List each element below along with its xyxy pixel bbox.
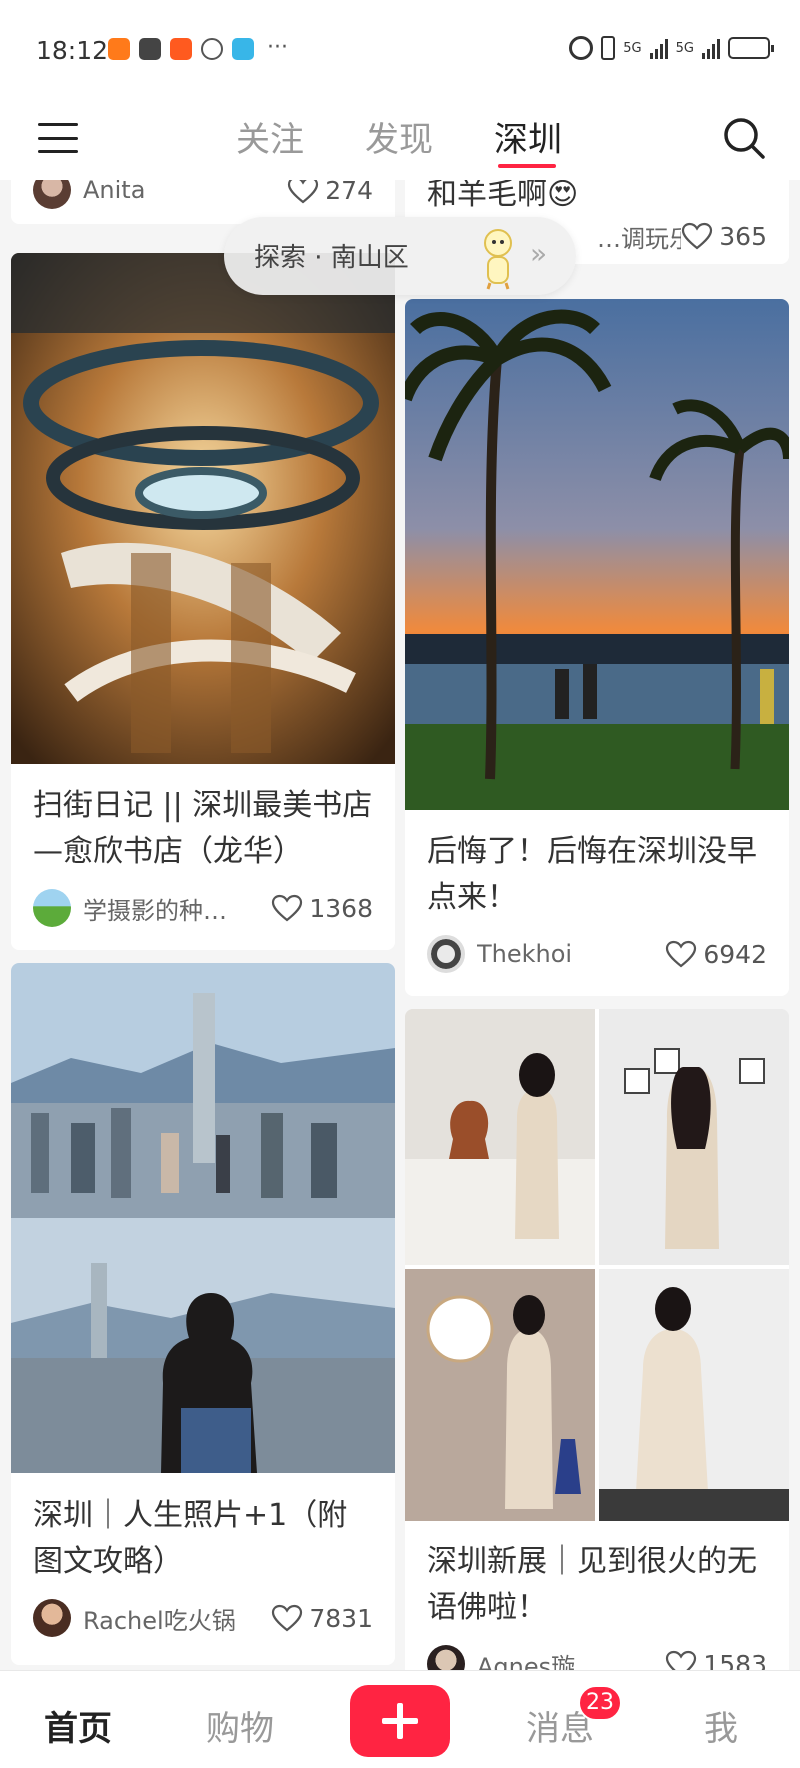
like-button[interactable]: 274: [287, 180, 373, 205]
heart-icon: [272, 894, 303, 922]
chevron-right-icon: »: [530, 237, 548, 270]
note-title: 深圳｜人生照片+1（附图文攻略）: [33, 1498, 348, 1579]
like-button[interactable]: 1583: [665, 1649, 767, 1671]
search-icon[interactable]: [720, 114, 768, 162]
like-button[interactable]: 1368: [271, 894, 373, 923]
heart-icon: [666, 940, 697, 968]
tab-shenzhen[interactable]: 深圳: [494, 112, 562, 161]
note-cover-image: [11, 253, 395, 764]
book-icon: [232, 38, 254, 60]
tab-shopping[interactable]: 购物: [206, 1701, 274, 1750]
note-card[interactable]: 深圳｜人生照片+1（附图文攻略） Rachel吃火锅 7831: [11, 963, 395, 1665]
bottom-tab-bar: 首页 购物 消息 23 我: [0, 1670, 800, 1768]
note-cover-image: [11, 963, 395, 1473]
taobao-icon: [108, 38, 130, 60]
explore-label: 探索 · 南山区: [254, 243, 409, 273]
menu-icon[interactable]: [38, 120, 78, 156]
upload-icon: [139, 38, 161, 60]
plus-icon: [397, 1703, 403, 1739]
tab-home[interactable]: 首页: [44, 1701, 112, 1750]
notification-icons: ···: [108, 35, 288, 60]
alarm-icon: [569, 36, 594, 60]
heart-icon: [682, 222, 713, 250]
more-notifications-icon: ···: [267, 35, 288, 60]
author-name: Thekhoi: [477, 940, 573, 968]
feed[interactable]: Anita 274 和羊毛啊😍 …调玩乐… 365: [0, 180, 800, 1670]
status-indicators: 5G 5G: [569, 36, 774, 60]
like-count: 1583: [703, 1649, 767, 1671]
battery-icon: [728, 37, 774, 59]
status-bar: 18:12 ··· 5G 5G: [0, 0, 800, 100]
note-card[interactable]: 后悔了！后悔在深圳没早点来！ Thekhoi 6942: [405, 299, 789, 996]
note-card[interactable]: 扫街日记 || 深圳最美书店—愈欣书店（龙华） 学摄影的种… 1368: [11, 253, 395, 950]
like-button[interactable]: 365: [681, 222, 767, 251]
top-nav: 关注 发现 深圳: [0, 100, 800, 180]
avatar: [33, 1599, 71, 1637]
avatar: [33, 180, 71, 209]
note-title: 和羊毛啊😍: [427, 180, 579, 212]
like-count: 1368: [309, 893, 373, 923]
signal-icon: [649, 37, 668, 59]
avatar: [33, 889, 71, 927]
create-post-button[interactable]: [350, 1685, 450, 1757]
like-button[interactable]: 7831: [271, 1604, 373, 1633]
avatar: [427, 935, 465, 973]
mascot-icon: [484, 229, 512, 290]
clock: 18:12: [36, 36, 109, 65]
signal-icon: [702, 37, 720, 59]
tab-discover[interactable]: 发现: [365, 112, 433, 161]
note-title: 深圳新展｜见到很火的无语佛啦！: [427, 1544, 757, 1625]
heart-icon: [272, 1604, 303, 1632]
author-name: Agnes璇: [477, 1652, 576, 1671]
wechat-icon: [201, 38, 223, 60]
vibrate-icon: [601, 36, 616, 60]
active-tab-indicator: [498, 164, 556, 168]
tab-follow[interactable]: 关注: [236, 112, 304, 161]
like-count: 7831: [309, 1603, 373, 1633]
like-button[interactable]: 6942: [665, 940, 767, 969]
note-card[interactable]: 深圳新展｜见到很火的无语佛啦！ Agnes璇 1583: [405, 1009, 789, 1670]
explore-location-pill[interactable]: 探索 · 南山区 »: [224, 217, 576, 295]
network-label-1: 5G: [623, 40, 642, 56]
tab-me[interactable]: 我: [704, 1701, 738, 1750]
note-cover-image: [405, 299, 789, 810]
network-label-2: 5G: [675, 40, 694, 56]
like-count: 274: [325, 180, 373, 205]
unread-badge: 23: [578, 1685, 622, 1721]
author-name: Anita: [83, 180, 146, 204]
heart-icon: [288, 180, 319, 204]
note-title: 扫街日记 || 深圳最美书店—愈欣书店（龙华）: [33, 788, 373, 869]
app-icon: [170, 38, 192, 60]
heart-icon: [666, 1650, 697, 1670]
avatar: [427, 1645, 465, 1670]
author-name: 学摄影的种…: [83, 896, 227, 925]
author-name: Rachel吃火锅: [83, 1606, 236, 1635]
note-title: 后悔了！后悔在深圳没早点来！: [427, 834, 757, 915]
like-count: 6942: [703, 939, 767, 969]
like-count: 365: [719, 221, 767, 251]
note-cover-image: [405, 1009, 789, 1521]
